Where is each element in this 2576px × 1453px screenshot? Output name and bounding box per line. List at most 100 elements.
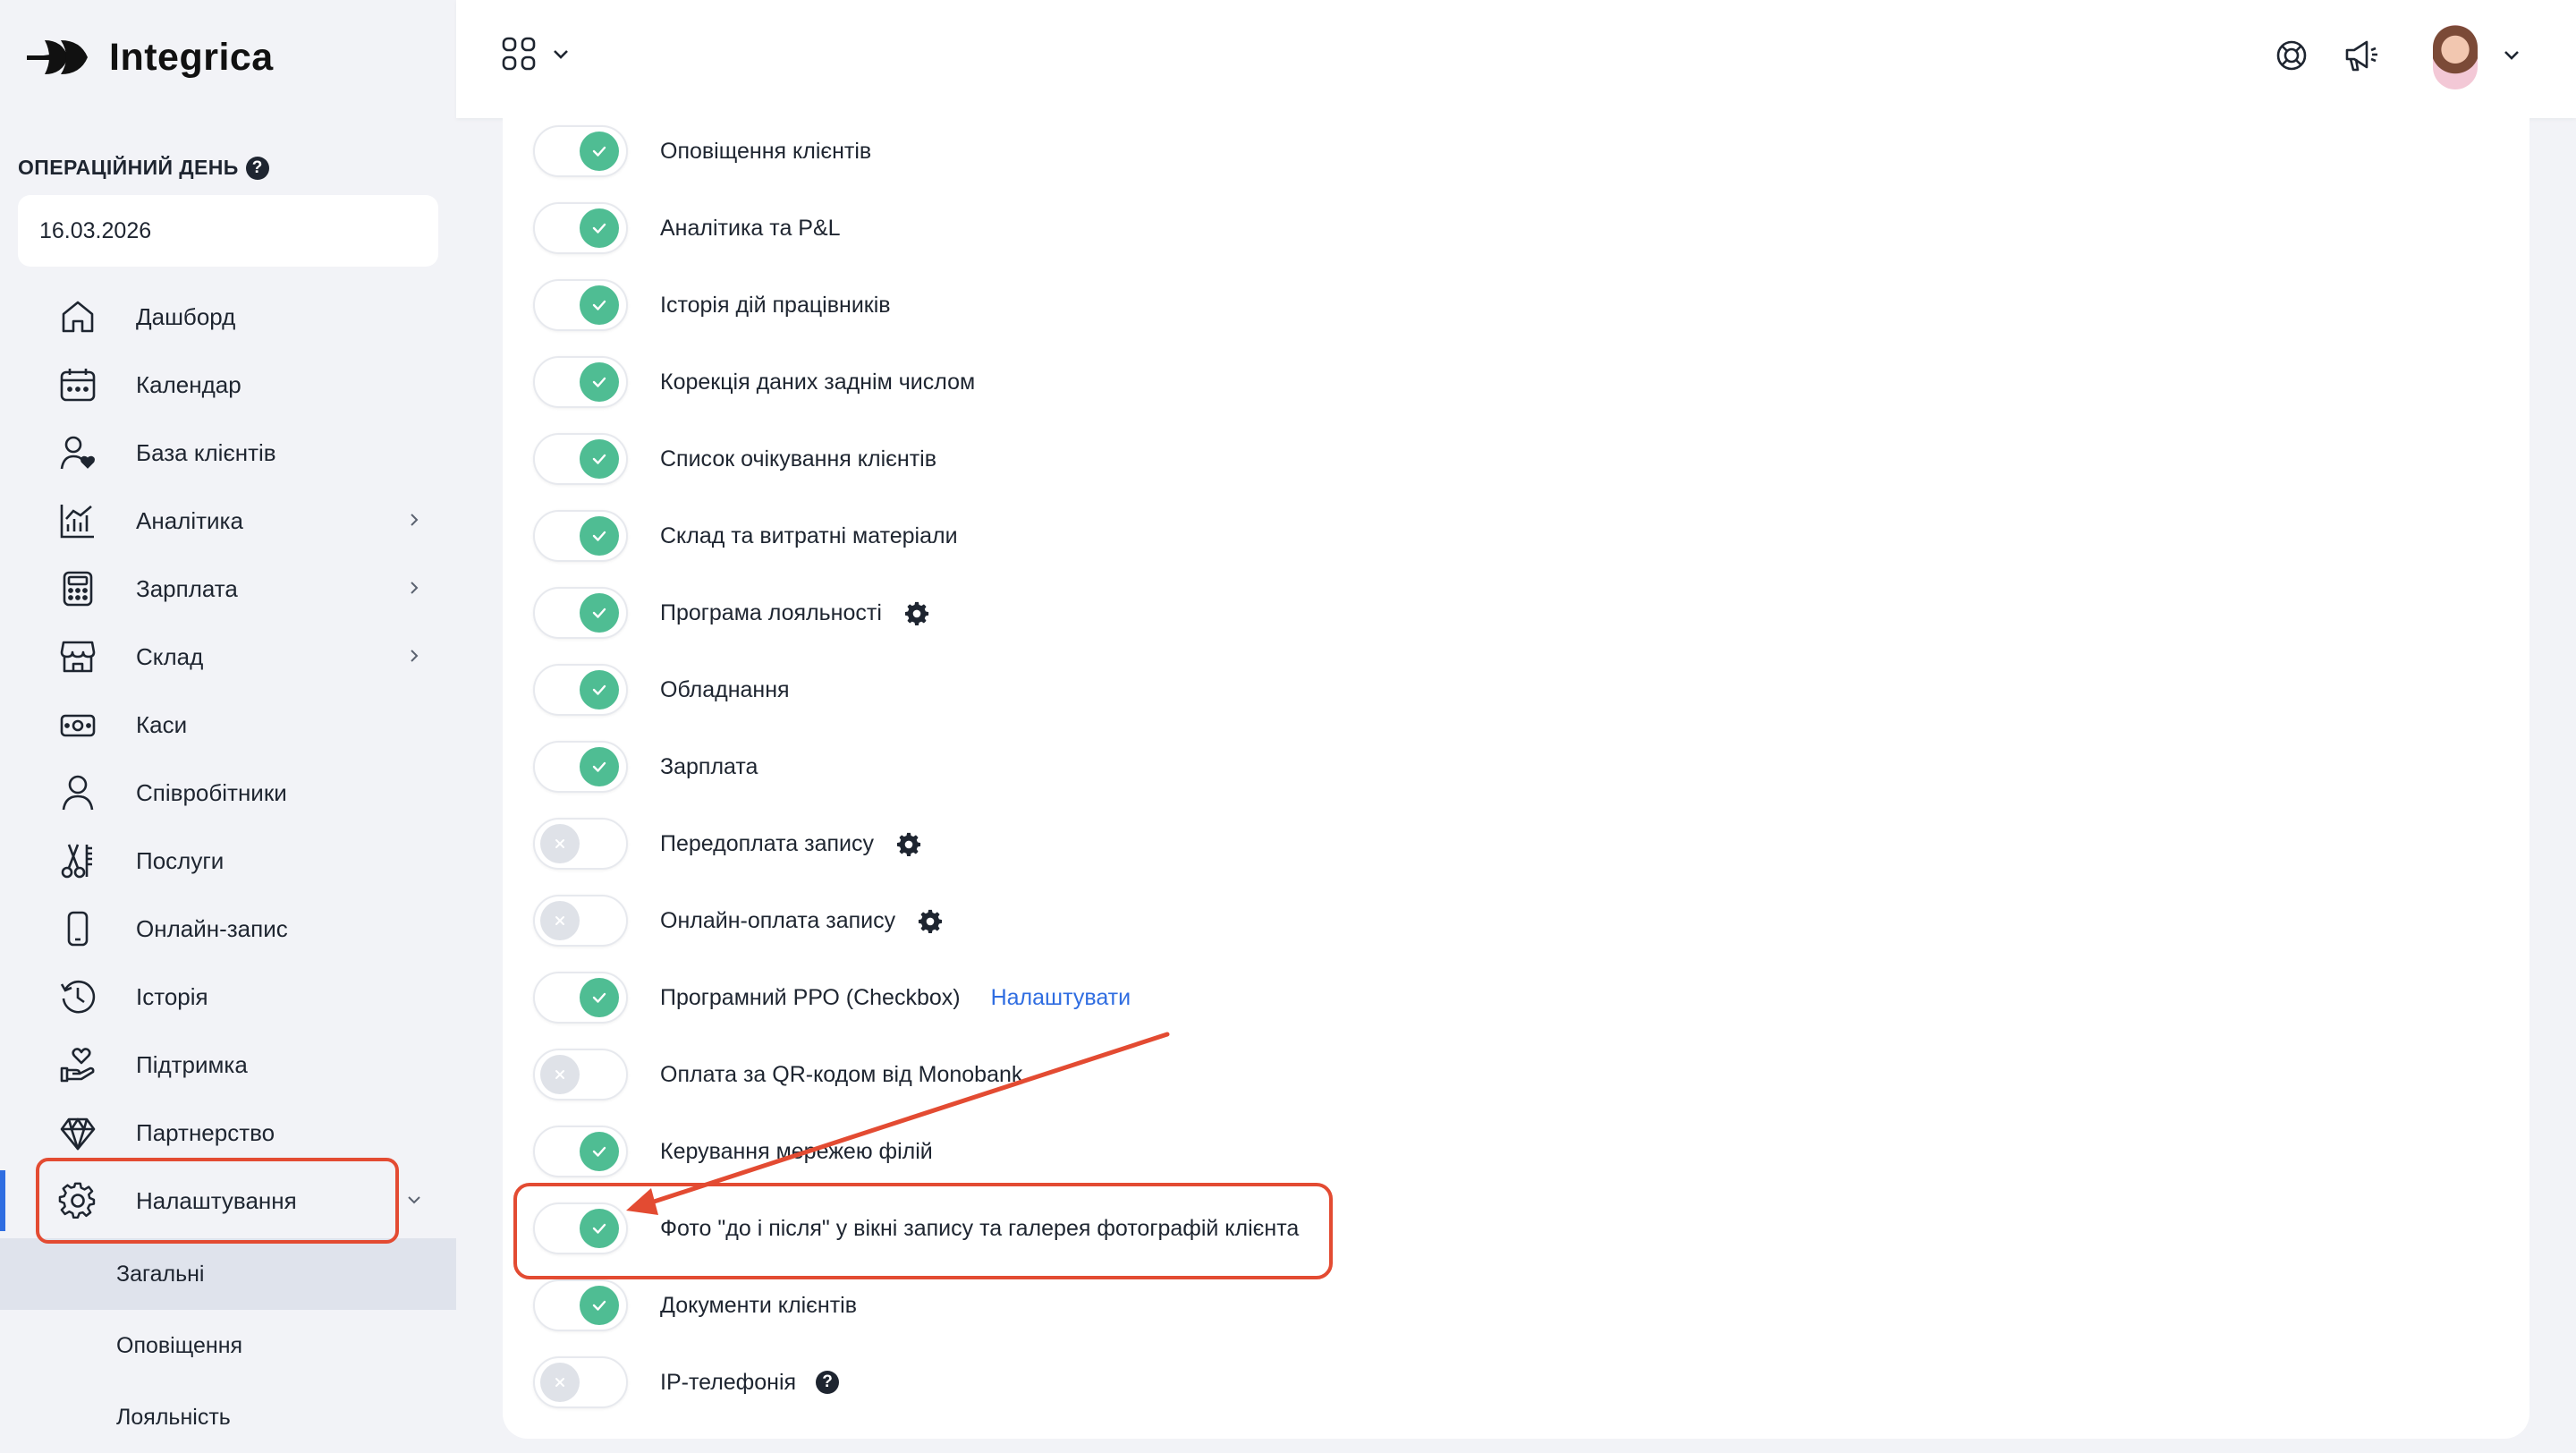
apps-grid-icon (502, 37, 536, 71)
sidebar-item-analytics[interactable]: Аналітика (0, 487, 456, 555)
sidebar-item-label: Послуги (136, 846, 225, 874)
diamond-icon (57, 1112, 98, 1153)
check-icon (580, 670, 619, 710)
submenu-item-label: Загальні (116, 1261, 205, 1287)
submenu-item-loyalty[interactable]: Лояльність (0, 1381, 456, 1453)
sidebar-item-label: Партнерство (136, 1118, 275, 1146)
feature-label: Склад та витратні матеріали (660, 523, 958, 548)
settings-row: Програма лояльності (533, 586, 930, 640)
date-value: 16.03.2026 (39, 217, 152, 243)
feature-toggle[interactable] (533, 356, 628, 408)
sidebar-item-label: Онлайн-запис (136, 914, 288, 942)
help-icon[interactable]: ? (816, 1371, 840, 1394)
feature-toggle[interactable] (533, 587, 628, 639)
support-icon (57, 1044, 98, 1085)
active-indicator (0, 1170, 5, 1231)
support-bubble-icon[interactable] (2272, 36, 2311, 75)
brand-name: Integrica (109, 35, 274, 79)
settings-row: Склад та витратні матеріали (533, 509, 958, 563)
check-icon (580, 593, 619, 633)
submenu-item-notifications[interactable]: Оповіщення (0, 1310, 456, 1381)
feature-label: Корекція даних заднім числом (660, 369, 976, 395)
check-icon (580, 1132, 619, 1171)
store-icon (57, 636, 98, 677)
settings-row: Програмний РРО (Checkbox) Налаштувати (533, 971, 1131, 1024)
brand-logo[interactable]: Integrica (27, 29, 274, 86)
sidebar-item-label: Дашборд (136, 302, 236, 330)
feature-toggle[interactable] (533, 202, 628, 254)
operational-day-date-field[interactable]: 16.03.2026 (18, 195, 438, 267)
sidebar-nav: Дашборд Календар База клієнтів Аналітика (0, 283, 456, 1235)
feature-toggle[interactable] (533, 1049, 628, 1100)
chevron-down-icon (554, 50, 568, 59)
sidebar-item-dashboard[interactable]: Дашборд (0, 283, 456, 351)
scissors-icon (57, 840, 98, 881)
settings-row: Керування мережею філій (533, 1125, 933, 1178)
check-icon (580, 285, 619, 325)
sidebar-item-support[interactable]: Підтримка (0, 1031, 456, 1099)
cash-icon (57, 704, 98, 745)
sidebar-item-calendar[interactable]: Календар (0, 351, 456, 419)
feature-toggle[interactable] (533, 279, 628, 331)
x-icon (540, 824, 580, 863)
feature-label: Програма лояльності (660, 599, 882, 625)
operational-day-text: ОПЕРАЦІЙНИЙ ДЕНЬ (18, 156, 239, 179)
submenu-item-label: Лояльність (116, 1404, 231, 1430)
user-avatar[interactable] (2433, 25, 2478, 89)
sidebar-item-warehouse[interactable]: Склад (0, 623, 456, 691)
sidebar-item-online-booking[interactable]: Онлайн-запис (0, 895, 456, 963)
check-icon (580, 747, 619, 786)
chevron-down-icon[interactable] (2500, 43, 2523, 66)
x-icon (540, 901, 580, 940)
feature-toggle[interactable] (533, 741, 628, 793)
sidebar-item-clients[interactable]: База клієнтів (0, 419, 456, 487)
feature-label: Документи клієнтів (660, 1292, 858, 1318)
feature-label: Онлайн-оплата запису (660, 907, 896, 933)
feature-label: Програмний РРО (Checkbox) (660, 984, 961, 1010)
apps-menu-button[interactable] (501, 36, 572, 72)
analytics-icon (57, 500, 98, 541)
sidebar-item-history[interactable]: Історія (0, 963, 456, 1031)
megaphone-icon[interactable] (2342, 36, 2381, 75)
sidebar-item-label: Підтримка (136, 1050, 248, 1078)
feature-toggle[interactable] (533, 433, 628, 485)
gear-icon[interactable] (917, 907, 944, 934)
home-icon (57, 296, 98, 337)
sidebar-item-settings[interactable]: Налаштування (0, 1167, 456, 1235)
sidebar-item-label: Календар (136, 370, 242, 398)
check-icon (580, 1286, 619, 1325)
feature-toggle[interactable] (533, 818, 628, 870)
sidebar-item-cash-registers[interactable]: Каси (0, 691, 456, 759)
feature-toggle[interactable] (533, 664, 628, 716)
chevron-right-icon (411, 582, 419, 594)
sidebar-item-label: Налаштування (136, 1186, 297, 1214)
gear-icon[interactable] (903, 599, 930, 626)
sidebar-item-partnership[interactable]: Партнерство (0, 1099, 456, 1167)
feature-toggle[interactable] (533, 510, 628, 562)
sidebar-item-services[interactable]: Послуги (0, 827, 456, 895)
configure-link[interactable]: Налаштувати (991, 985, 1131, 1011)
gear-icon[interactable] (895, 830, 922, 857)
sidebar-item-salary[interactable]: Зарплата (0, 555, 456, 623)
help-icon[interactable]: ? (245, 156, 269, 180)
feature-label: Оплата за QR-кодом від Monobank (660, 1061, 1023, 1087)
chevron-right-icon (411, 514, 419, 526)
submenu-item-general[interactable]: Загальні (0, 1238, 456, 1310)
feature-label: Передоплата запису (660, 830, 874, 856)
feature-toggle[interactable] (533, 1279, 628, 1331)
sidebar-item-employees[interactable]: Співробітники (0, 759, 456, 827)
feature-toggle[interactable] (533, 1202, 628, 1254)
check-icon (580, 132, 619, 171)
check-icon (580, 978, 619, 1017)
sidebar-item-label: Зарплата (136, 574, 238, 602)
feature-toggle[interactable] (533, 895, 628, 947)
settings-row: Корекція даних заднім числом (533, 355, 975, 409)
feature-toggle[interactable] (533, 972, 628, 1024)
feature-toggle[interactable] (533, 1356, 628, 1408)
feature-label: Історія дій працівників (660, 292, 891, 318)
operational-day-label: ОПЕРАЦІЙНИЙ ДЕНЬ ? (18, 156, 269, 180)
calculator-icon (57, 568, 98, 609)
feature-toggle[interactable] (533, 1126, 628, 1177)
feature-toggle[interactable] (533, 125, 628, 177)
settings-row: Документи клієнтів (533, 1279, 857, 1332)
